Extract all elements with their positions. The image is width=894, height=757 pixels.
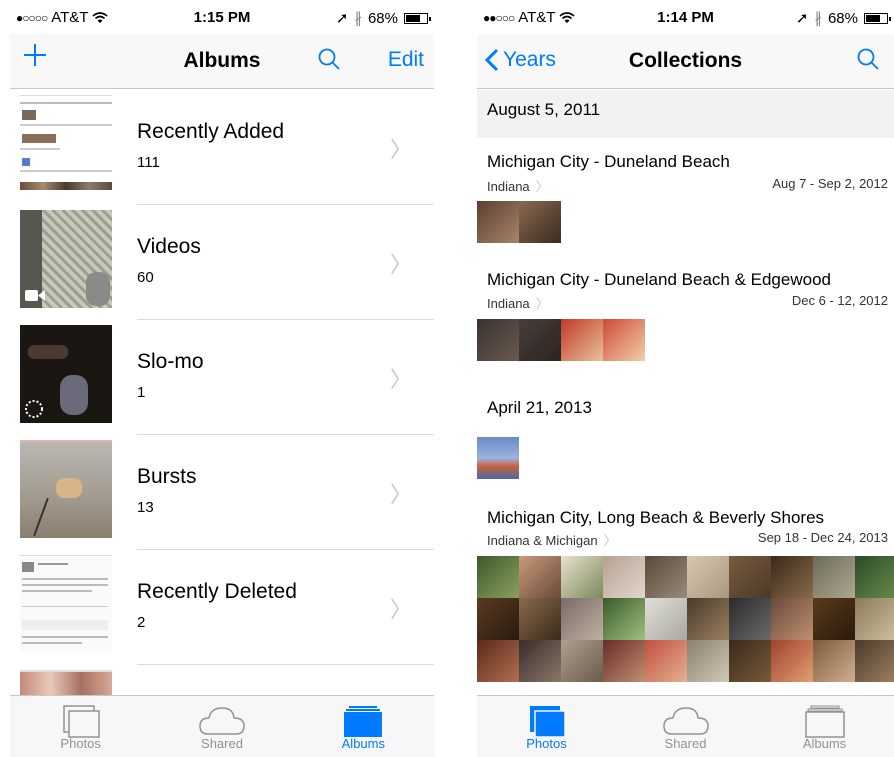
collection-location[interactable]: Indiana 〉 [487,293,549,312]
photos-icon [529,706,566,738]
collection-location[interactable]: Indiana 〉 [487,176,549,195]
tab-photos[interactable]: Photos [477,696,616,757]
album-row-slo-mo[interactable]: Slo-mo 1 〉 [10,320,434,435]
collection-title[interactable]: Michigan City - Duneland Beach [487,152,730,172]
bluetooth-icon: ∦ [354,10,362,27]
status-right: ➚ ∦ 68% [335,9,431,27]
collection-date-range: Dec 6 - 12, 2012 [791,293,888,308]
tab-label: Shared [201,736,243,751]
album-thumbnail [20,555,112,653]
location-label: Indiana [487,179,530,194]
album-name: Recently Added [137,120,285,143]
album-row-videos[interactable]: Videos 60 〉 [10,205,434,320]
battery-icon [404,12,431,24]
battery-percent: 68% [827,9,858,27]
collection-thumbnails[interactable] [477,437,519,479]
tab-label: Shared [664,736,707,751]
albums-icon [804,705,845,738]
cloud-icon [662,707,709,735]
chevron-right-icon: 〉 [535,179,549,194]
collection-date-range: Aug 7 - Sep 2, 2012 [772,176,888,191]
albums-screen: ●○○○○ AT&T 1:15 PM ➚ ∦ 68% Albums Edit R… [10,0,434,757]
chevron-right-icon: 〉 [389,252,412,277]
section-date[interactable]: April 21, 2013 [487,398,592,418]
tab-shared[interactable]: Shared [616,696,755,757]
search-icon [318,48,340,70]
chevron-right-icon: 〉 [389,597,412,622]
collection-title[interactable]: Michigan City, Long Beach & Beverly Shor… [487,508,824,528]
page-title: Collections [628,49,743,72]
album-name: Slo-mo [137,350,204,373]
page-title: Albums [183,49,261,72]
search-button[interactable] [856,47,880,77]
collection-thumbnails[interactable] [477,201,561,243]
cloud-icon [199,707,245,735]
chevron-right-icon: 〉 [603,533,617,548]
album-thumbnail [20,210,112,308]
status-bar: ●○○○○ AT&T 1:15 PM ➚ ∦ 68% [10,0,434,34]
tab-photos[interactable]: Photos [10,696,151,757]
album-count: 2 [137,614,146,631]
album-row-recently-added[interactable]: Recently Added 111 〉 [10,90,434,205]
edit-button[interactable]: Edit [388,48,424,72]
nav-bar: Albums Edit [10,34,434,89]
collection-photo-grid[interactable] [477,556,894,682]
tab-label: Albums [341,736,385,751]
bluetooth-icon: ∦ [814,10,822,27]
tab-bar: Photos Shared Albums [10,695,434,757]
slo-mo-icon [25,400,43,418]
album-thumbnail [20,440,112,538]
albums-icon [344,706,383,737]
album-name: Videos [137,235,201,258]
chevron-right-icon: 〉 [389,482,412,507]
album-count: 1 [137,384,146,401]
album-row-bursts[interactable]: Bursts 13 〉 [10,435,434,550]
search-button[interactable] [317,47,341,77]
album-row-partial[interactable] [10,665,434,695]
chevron-right-icon: 〉 [389,367,412,392]
location-label: Indiana & Michigan [487,533,598,548]
album-name: Recently Deleted [137,580,297,603]
status-right: ➚ ∦ 68% [795,9,891,27]
tab-label: Albums [802,736,847,751]
tab-label: Photos [526,736,567,751]
location-label: Indiana [487,296,530,311]
collection-title[interactable]: Michigan City - Duneland Beach & Edgewoo… [487,270,831,290]
video-camera-icon [25,290,45,301]
battery-icon [864,12,891,24]
album-count: 13 [137,499,154,516]
chevron-right-icon: 〉 [389,137,412,162]
location-arrow-icon: ➚ [335,10,349,27]
tab-bar: Photos Shared Albums [477,695,894,757]
album-thumbnail [20,325,112,423]
collections-screen: ●●○○○ AT&T 1:14 PM ➚ ∦ 68% Years Collect… [477,0,894,757]
album-count: 111 [137,154,160,171]
year-section-header[interactable]: August 5, 2011 [477,90,894,138]
chevron-right-icon: 〉 [535,296,549,311]
search-icon [857,48,879,70]
status-bar: ●●○○○ AT&T 1:14 PM ➚ ∦ 68% [477,0,894,34]
tab-label: Photos [60,736,101,751]
album-row-recently-deleted[interactable]: Recently Deleted 2 〉 [10,550,434,665]
album-thumbnail [20,95,112,193]
collection-thumbnails[interactable] [477,319,645,361]
album-name: Bursts [137,465,197,488]
album-list: Recently Added 111 〉 Videos 60 〉 Slo-mo … [10,90,434,695]
section-date: August 5, 2011 [487,100,601,119]
location-arrow-icon: ➚ [795,10,809,27]
photos-icon [62,705,100,738]
collections-list: August 5, 2011 Michigan City - Duneland … [477,90,894,695]
collection-location[interactable]: Indiana & Michigan 〉 [487,530,617,549]
album-count: 60 [137,269,154,286]
album-thumbnail [20,670,112,695]
battery-percent: 68% [367,9,398,27]
tab-albums[interactable]: Albums [755,696,894,757]
tab-albums[interactable]: Albums [293,696,434,757]
tab-shared[interactable]: Shared [151,696,292,757]
nav-bar: Years Collections [477,34,894,89]
collection-date-range: Sep 18 - Dec 24, 2013 [757,530,888,545]
